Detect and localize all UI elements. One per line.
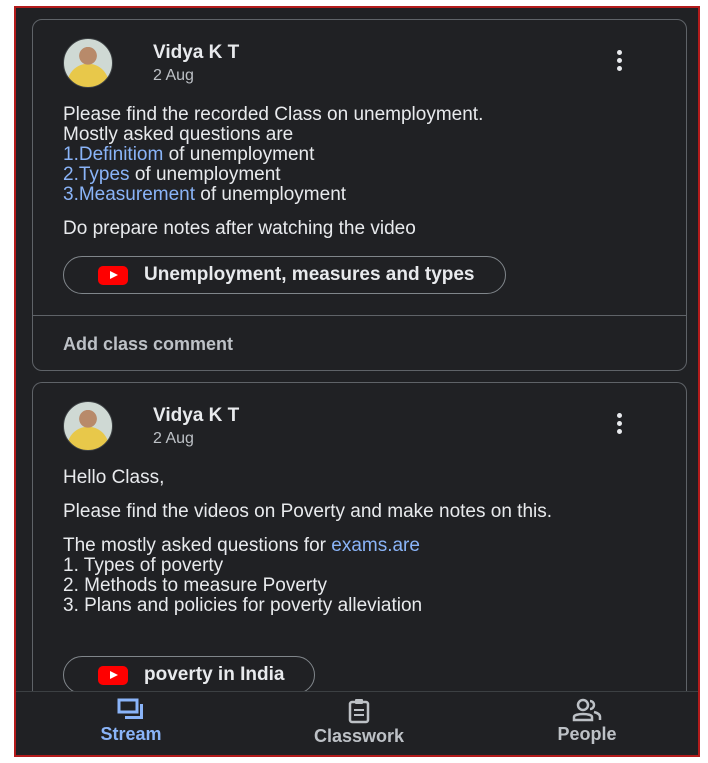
list-item: 2. Methods to measure Poverty xyxy=(63,575,328,596)
tab-classwork[interactable]: Classwork xyxy=(284,698,434,747)
avatar[interactable] xyxy=(63,401,113,451)
stream-post-card: Vidya K T 2 Aug Please find the recorded… xyxy=(32,19,687,371)
avatar[interactable] xyxy=(63,38,113,88)
question-text: of unemployment xyxy=(163,144,315,165)
post-text-line: Do prepare notes after watching the vide… xyxy=(63,218,416,239)
tab-label: Stream xyxy=(100,724,162,744)
post-text-paragraph: Please find the videos on Poverty and ma… xyxy=(63,501,553,522)
tab-label: People xyxy=(557,724,617,744)
post-text-line: Hello Class, xyxy=(63,467,165,488)
question-text: of unemployment xyxy=(129,164,281,185)
question-link[interactable]: 2.Types xyxy=(63,164,130,185)
post-text: The mostly asked questions for xyxy=(63,535,332,556)
youtube-icon xyxy=(98,265,128,285)
question-item: 2.Types of unemployment xyxy=(63,165,666,185)
attachment-title: Unemployment, measures and types xyxy=(144,264,475,285)
youtube-icon xyxy=(98,665,128,685)
tab-stream[interactable]: Stream xyxy=(56,698,206,745)
app-screen: Vidya K T 2 Aug Please find the recorded… xyxy=(14,6,700,757)
more-options-icon[interactable] xyxy=(610,411,628,437)
stream-icon xyxy=(117,698,143,719)
question-item: 3.Measurement of unemployment xyxy=(63,185,666,205)
post-text-line: Mostly asked questions are xyxy=(63,124,294,145)
question-item: 1.Definitiom of unemployment xyxy=(63,145,666,165)
list-item: 3. Plans and policies for poverty allevi… xyxy=(63,595,423,616)
post-text-line: The mostly asked questions for exams.are xyxy=(63,536,666,556)
video-attachment-chip[interactable]: Unemployment, measures and types xyxy=(63,256,506,294)
question-text: of unemployment xyxy=(195,184,347,205)
post-date: 2 Aug xyxy=(153,430,194,447)
list-item: 1. Types of poverty xyxy=(63,555,224,576)
post-body: Please find the recorded Class on unempl… xyxy=(63,105,666,239)
add-class-comment-button[interactable]: Add class comment xyxy=(63,334,233,355)
post-body: Hello Class, Please find the videos on P… xyxy=(63,468,666,616)
people-icon xyxy=(572,698,602,722)
post-author: Vidya K T xyxy=(153,42,240,63)
question-link[interactable]: 3.Measurement xyxy=(63,184,195,205)
tab-people[interactable]: People xyxy=(512,698,662,745)
post-author: Vidya K T xyxy=(153,405,240,426)
classwork-icon xyxy=(348,699,370,724)
video-attachment-chip[interactable]: poverty in India xyxy=(63,656,316,694)
more-options-icon[interactable] xyxy=(610,48,628,74)
attachment-title: poverty in India xyxy=(144,664,285,685)
question-link[interactable]: 1.Definitiom xyxy=(63,144,163,165)
post-text-line: Please find the recorded Class on unempl… xyxy=(63,104,484,125)
post-date: 2 Aug xyxy=(153,67,194,84)
tab-label: Classwork xyxy=(313,726,405,746)
divider xyxy=(33,315,686,316)
inline-link[interactable]: exams.are xyxy=(331,535,420,556)
bottom-navigation: Stream Classwork People xyxy=(16,691,698,755)
